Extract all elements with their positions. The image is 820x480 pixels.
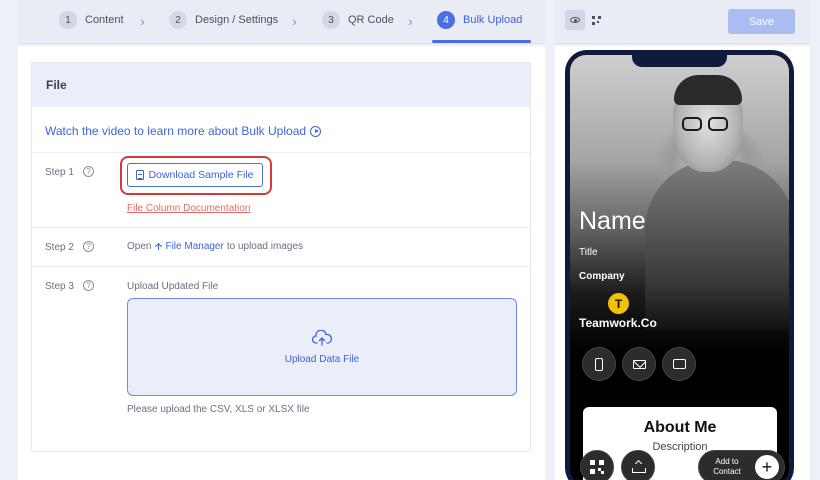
preview-toggle[interactable]: [565, 10, 585, 30]
about-title: About Me: [643, 419, 717, 436]
plus-icon: +: [755, 455, 779, 479]
step2-suffix: to upload images: [226, 241, 303, 252]
video-link-text: Watch the video to learn more about Bulk…: [45, 124, 307, 138]
profile-title: Title: [579, 247, 598, 258]
preview-toolbar: Save: [555, 0, 810, 44]
chevron-right-icon: ›: [408, 13, 413, 29]
qr-button[interactable]: [580, 450, 614, 480]
step-label: QR Code: [348, 14, 394, 26]
card-header: File: [32, 63, 530, 107]
step-design-settings[interactable]: 2 Design / Settings: [169, 0, 278, 40]
eye-icon: [570, 17, 580, 23]
step2-prefix: Open: [127, 241, 152, 252]
step-label: Design / Settings: [195, 14, 279, 26]
call-button[interactable]: [582, 347, 616, 381]
stepper: 1 Content › 2 Design / Settings › 3 QR C…: [18, 0, 545, 44]
step2-label: Step 2: [45, 242, 74, 253]
step-number: 4: [437, 11, 455, 29]
chevron-right-icon: ›: [140, 13, 145, 29]
divider: [32, 227, 532, 228]
play-icon: [310, 125, 322, 137]
add-contact-label: Add to Contact: [713, 457, 741, 476]
phone-notch: [632, 55, 727, 67]
phone-preview-panel: Name Title Company T Teamwork.Co About M…: [555, 46, 810, 480]
download-button-label: Download Sample File: [148, 169, 254, 181]
cloud-upload-icon: [312, 329, 332, 346]
file-column-documentation-link[interactable]: File Column Documentation: [127, 203, 250, 214]
active-step-indicator: [432, 40, 531, 43]
email-button[interactable]: [622, 347, 656, 381]
profile-name: Name: [579, 207, 646, 235]
phone-screen: Name Title Company T Teamwork.Co About M…: [570, 55, 789, 480]
message-button[interactable]: [662, 347, 696, 381]
step-bulk-upload[interactable]: 4 Bulk Upload: [437, 0, 522, 40]
profile-photo: [570, 55, 789, 355]
divider: [32, 152, 532, 153]
qr-code-icon: [590, 460, 604, 474]
step3-label: Step 3: [45, 281, 74, 292]
file-manager-link[interactable]: File Manager: [154, 241, 224, 252]
phone-frame: Name Title Company T Teamwork.Co About M…: [565, 50, 794, 480]
upload-hint: Please upload the CSV, XLS or XLSX file: [127, 404, 310, 415]
step-content[interactable]: 1 Content: [59, 0, 124, 40]
download-sample-file-button[interactable]: Download Sample File: [127, 163, 263, 187]
share-button[interactable]: [621, 450, 655, 480]
step-number: 2: [169, 11, 187, 29]
dropzone-text: Upload Data File: [284, 353, 360, 365]
share-icon: [632, 461, 646, 473]
main-panel: File Watch the video to learn more about…: [18, 46, 545, 480]
help-icon[interactable]: ?: [83, 280, 94, 291]
phone-icon: [595, 357, 603, 371]
chat-icon: [672, 354, 686, 369]
step2-text: Open File Manager to upload images: [127, 241, 303, 252]
profile-company: Company: [579, 271, 625, 282]
upload-arrow-icon: [154, 242, 163, 252]
add-to-contact-button[interactable]: Add to Contact +: [698, 450, 785, 480]
step-label: Content: [85, 14, 124, 26]
company-logo: T: [608, 293, 629, 314]
upload-updated-file-label: Upload Updated File: [127, 281, 219, 292]
step-number: 1: [59, 11, 77, 29]
file-card: File Watch the video to learn more about…: [31, 62, 532, 452]
company-brand: Teamwork.Co: [579, 316, 657, 330]
help-icon[interactable]: ?: [83, 241, 94, 252]
step-label: Bulk Upload: [463, 14, 523, 26]
step-number: 3: [322, 11, 340, 29]
save-button[interactable]: Save: [728, 9, 795, 34]
video-link[interactable]: Watch the video to learn more about Bulk…: [45, 124, 322, 138]
step1-label: Step 1: [45, 167, 74, 178]
divider: [32, 266, 532, 267]
qr-code-icon: [591, 15, 601, 25]
chevron-right-icon: ›: [292, 13, 297, 29]
document-icon: [136, 170, 145, 180]
step-qr-code[interactable]: 3 QR Code: [322, 0, 394, 40]
upload-dropzone[interactable]: Upload Data File: [127, 298, 517, 396]
file-manager-label: File Manager: [165, 241, 224, 252]
help-icon[interactable]: ?: [83, 166, 94, 177]
mail-icon: [632, 359, 646, 369]
qr-preview-toggle[interactable]: [586, 10, 606, 30]
